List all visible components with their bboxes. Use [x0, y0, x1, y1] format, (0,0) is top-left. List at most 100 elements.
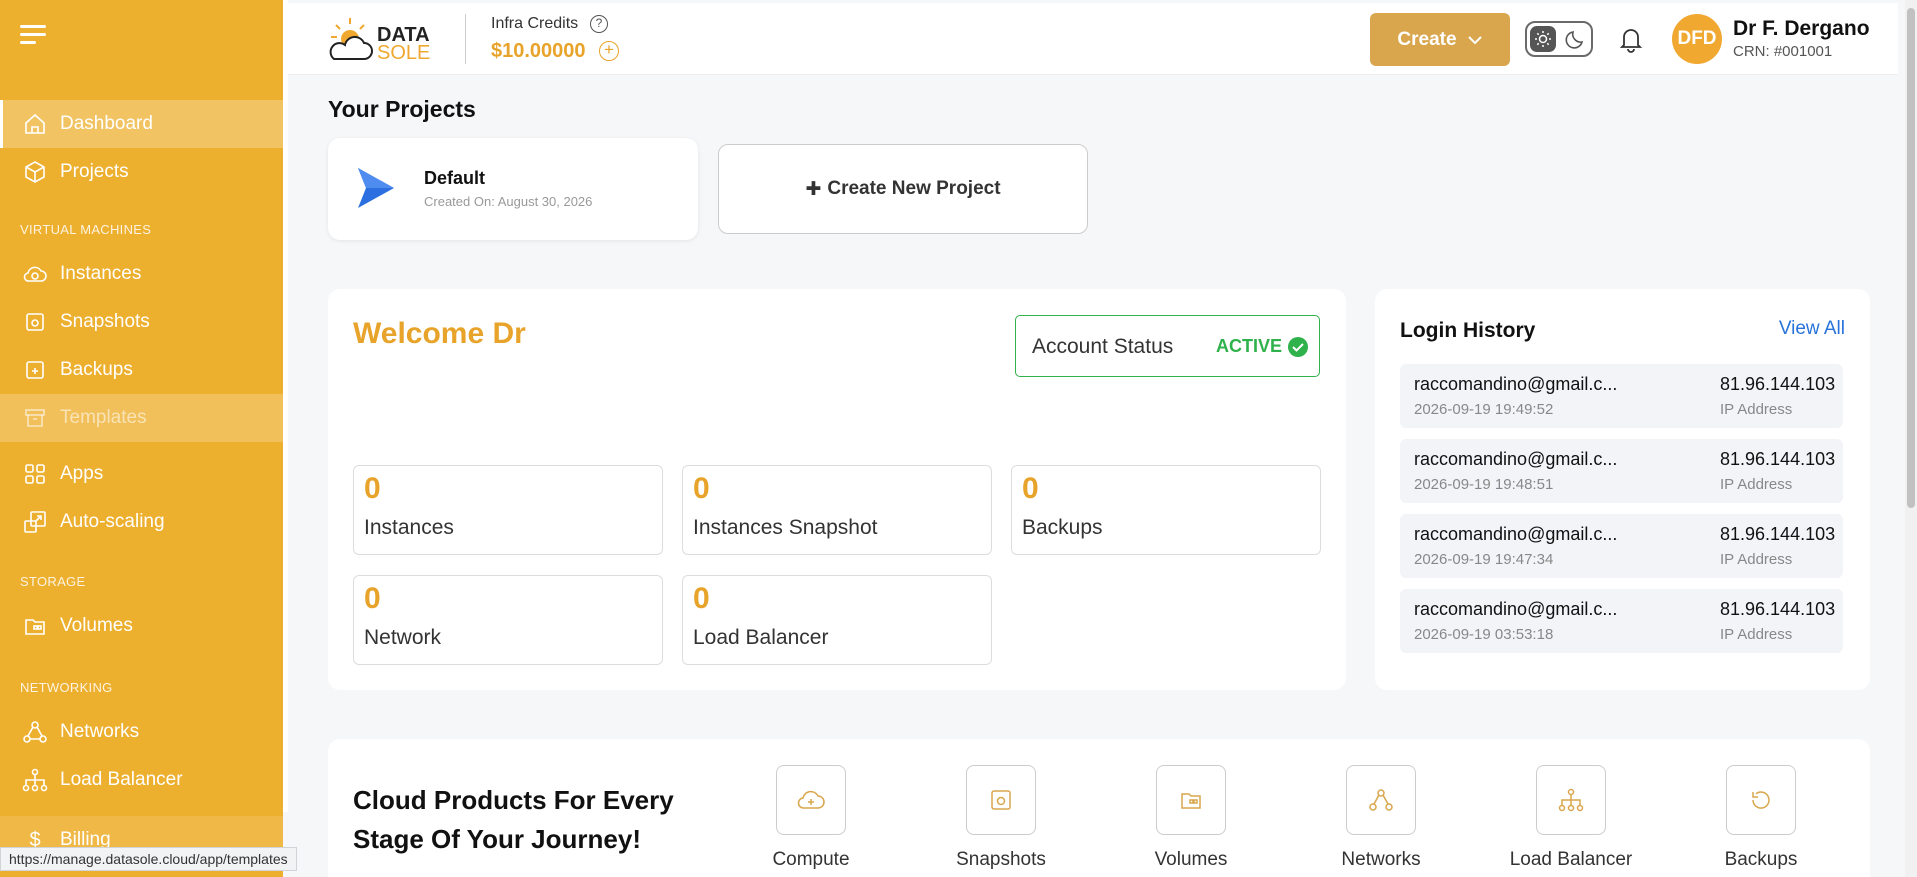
folder-icon	[20, 611, 50, 641]
check-circle-icon	[1288, 337, 1308, 357]
network-icon	[20, 717, 50, 747]
chevron-down-icon	[1467, 35, 1482, 44]
section-virtual-machines: VIRTUAL MACHINES	[20, 222, 152, 237]
product-label: Volumes	[1154, 849, 1228, 870]
stat-value: 0	[364, 582, 381, 615]
status-badge: ACTIVE	[1216, 336, 1283, 356]
user-crn: CRN: #001001	[1733, 43, 1833, 60]
home-icon	[20, 109, 50, 139]
login-ip: 81.96.144.103	[1720, 524, 1836, 544]
project-created-date: Created On: August 30, 2026	[424, 194, 593, 209]
sidebar-item-volumes[interactable]: Volumes	[0, 602, 283, 650]
project-send-icon	[358, 168, 394, 208]
sidebar-item-instances[interactable]: Instances	[0, 250, 283, 298]
add-credits-icon[interactable]: +	[599, 41, 619, 61]
view-all-link[interactable]: View All	[1779, 318, 1845, 340]
avatar[interactable]: DFD	[1672, 14, 1722, 64]
welcome-title: Welcome Dr	[353, 317, 526, 350]
account-status-label: Account Status	[1032, 335, 1174, 358]
sidebar-item-networks[interactable]: Networks	[0, 708, 283, 756]
product-networks[interactable]: Networks	[1301, 765, 1461, 871]
login-email: raccomandino@gmail.c...	[1414, 374, 1618, 394]
project-name: Default	[424, 168, 486, 188]
login-ip-label: IP Address	[1720, 401, 1793, 418]
top-header: DATA SOLE Infra Credits ? $10.00000 + Cr…	[288, 3, 1898, 75]
sidebar-item-snapshots[interactable]: Snapshots	[0, 298, 283, 346]
theme-toggle[interactable]	[1525, 21, 1593, 57]
stat-label: Instances	[364, 516, 454, 539]
sidebar-item-label: Networks	[60, 721, 140, 742]
logo-divider	[465, 14, 466, 64]
stat-value: 0	[693, 582, 710, 615]
login-ip: 81.96.144.103	[1720, 374, 1836, 394]
create-button-label: Create	[1397, 28, 1457, 50]
sidebar-item-label: Projects	[60, 161, 129, 182]
login-history-title: Login History	[1400, 319, 1536, 342]
camera-icon	[991, 790, 1011, 810]
sidebar-item-label: Instances	[60, 263, 142, 284]
cloud-icon	[20, 259, 50, 289]
stat-network[interactable]: 0 Network	[353, 575, 663, 665]
login-ip-label: IP Address	[1720, 626, 1793, 643]
product-snapshots[interactable]: Snapshots	[921, 765, 1081, 871]
stat-instances[interactable]: 0 Instances	[353, 465, 663, 555]
sidebar-item-label: Auto-scaling	[60, 511, 165, 532]
stat-backups[interactable]: 0 Backups	[1011, 465, 1321, 555]
cube-icon	[20, 157, 50, 187]
backup-icon	[20, 355, 50, 385]
list-item: raccomandino@gmail.c... 2026-09-19 19:49…	[1400, 364, 1843, 428]
sidebar-scrollbar[interactable]	[283, 0, 288, 812]
sidebar-item-auto-scaling[interactable]: Auto-scaling	[0, 498, 283, 546]
product-label: Compute	[772, 849, 850, 870]
login-time: 2026-09-19 19:48:51	[1414, 476, 1554, 493]
sidebar-item-load-balancer[interactable]: Load Balancer	[0, 756, 283, 804]
cloud-plus-icon	[797, 790, 825, 809]
sidebar-item-projects[interactable]: Projects	[0, 148, 283, 196]
login-time: 2026-09-19 03:53:18	[1414, 626, 1554, 643]
status-bar-url: https://manage.datasole.cloud/app/templa…	[0, 847, 297, 871]
create-button[interactable]: Create	[1370, 13, 1510, 66]
credits-label: Infra Credits	[491, 15, 579, 32]
stat-value: 0	[364, 472, 381, 505]
login-time: 2026-09-19 19:49:52	[1414, 401, 1554, 418]
product-compute[interactable]: Compute	[731, 765, 891, 871]
stat-label: Instances Snapshot	[693, 516, 878, 539]
stat-instances-snapshot[interactable]: 0 Instances Snapshot	[682, 465, 992, 555]
bell-icon[interactable]	[1618, 25, 1644, 53]
stat-value: 0	[693, 472, 710, 505]
menu-toggle-icon[interactable]	[20, 25, 46, 45]
stat-label: Network	[364, 626, 442, 649]
product-label: Snapshots	[956, 849, 1046, 870]
login-time: 2026-09-19 19:47:34	[1414, 551, 1554, 568]
product-volumes[interactable]: Volumes	[1111, 765, 1271, 871]
login-history-card: Login History View All raccomandino@gmai…	[1375, 289, 1870, 690]
sidebar-item-label: Dashboard	[60, 113, 153, 134]
cloud-products-card: Cloud Products For Every Stage Of Your J…	[328, 739, 1870, 877]
sidebar-item-templates[interactable]: Templates	[0, 394, 283, 442]
login-ip: 81.96.144.103	[1720, 449, 1836, 469]
sidebar-item-label: Volumes	[60, 615, 133, 636]
account-status-box: Account Status ACTIVE	[1015, 315, 1320, 377]
product-label: Networks	[1341, 849, 1421, 870]
product-load-balancer[interactable]: Load Balancer	[1491, 765, 1651, 871]
login-email: raccomandino@gmail.c...	[1414, 524, 1618, 544]
page-scrollbar[interactable]	[1905, 0, 1917, 877]
sidebar-item-apps[interactable]: Apps	[0, 450, 283, 498]
list-item: raccomandino@gmail.c... 2026-09-19 19:47…	[1400, 514, 1843, 578]
datasole-logo[interactable]: DATA SOLE	[328, 15, 443, 67]
sidebar-item-label: Apps	[60, 463, 104, 484]
sidebar-item-backups[interactable]: Backups	[0, 346, 283, 394]
create-new-project-label: Create New Project	[827, 178, 1001, 199]
product-backups[interactable]: Backups	[1681, 765, 1841, 871]
welcome-card: Welcome Dr Account Status ACTIVE 0 Insta…	[328, 289, 1346, 690]
login-ip: 81.96.144.103	[1720, 599, 1836, 619]
project-card-default[interactable]: Default Created On: August 30, 2026	[328, 138, 698, 240]
product-label: Load Balancer	[1509, 849, 1633, 870]
stat-load-balancer[interactable]: 0 Load Balancer	[682, 575, 992, 665]
sidebar-item-dashboard[interactable]: Dashboard	[0, 100, 283, 148]
grid-icon	[20, 459, 50, 489]
network-icon	[1369, 789, 1393, 811]
help-icon[interactable]: ?	[590, 15, 608, 33]
logo-text-bottom: SOLE	[377, 42, 430, 64]
create-new-project-button[interactable]: ✚ Create New Project	[718, 144, 1088, 234]
